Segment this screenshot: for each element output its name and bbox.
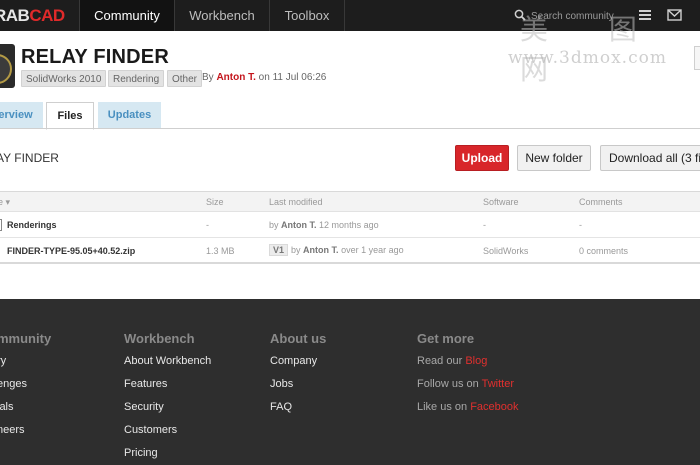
tag-rendering[interactable]: Rendering	[108, 70, 165, 87]
footer-heading-get-more: Get more	[417, 331, 475, 346]
tag-other[interactable]: Other	[167, 70, 203, 87]
footer-link-features[interactable]: Features	[124, 378, 211, 401]
column-software: Software	[483, 197, 519, 207]
model-title: RELAY FINDER	[21, 46, 169, 68]
watermark-url: www.3dmox.com	[508, 48, 667, 68]
file-software: SolidWorks	[483, 246, 529, 256]
download-all-button[interactable]: Download all (3 fil	[600, 145, 700, 171]
file-size: -	[206, 220, 209, 230]
footer-link[interactable]: enges	[0, 378, 51, 401]
column-last-modified: Last modified	[269, 197, 323, 207]
table-header: e ▾ Size Last modified Software Comments	[0, 191, 700, 212]
folder-breadcrumb: AY FINDER	[0, 151, 59, 165]
footer-link[interactable]: ials	[0, 401, 51, 424]
footer-link-company[interactable]: Company	[270, 355, 326, 378]
file-name[interactable]: Renderings	[7, 220, 57, 230]
table-row[interactable]: Renderings - by Anton T. 12 months ago -…	[0, 212, 700, 238]
footer-link-about-workbench[interactable]: About Workbench	[124, 355, 211, 378]
file-comments[interactable]: 0 comments	[579, 246, 628, 256]
footer-heading-community: mmunity	[0, 331, 52, 346]
footer-facebook-line: Like us on Facebook	[417, 401, 519, 413]
footer-twitter-line: Follow us on Twitter	[417, 378, 515, 390]
column-comments: Comments	[579, 197, 623, 207]
grabcad-logo[interactable]: RABCAD	[0, 6, 65, 26]
footer-column-about: About us Company Jobs FAQ	[270, 331, 326, 424]
header-action-box[interactable]	[694, 46, 700, 70]
blog-link[interactable]: Blog	[465, 355, 487, 367]
nav-tab-toolbox[interactable]: Toolbox	[269, 0, 345, 31]
tabs-divider	[0, 128, 700, 129]
file-comments: -	[579, 220, 582, 230]
files-table: e ▾ Size Last modified Software Comments…	[0, 191, 700, 264]
author-link[interactable]: Anton T.	[216, 72, 255, 83]
column-size: Size	[206, 197, 224, 207]
footer-heading-workbench: Workbench	[124, 331, 195, 346]
file-name[interactable]: FINDER-TYPE-95.05+40.52.zip	[7, 246, 135, 256]
model-thumbnail[interactable]	[0, 44, 15, 88]
post-date: on 11 Jul 06:26	[258, 72, 327, 83]
file-modified: V1 by Anton T. over 1 year ago	[269, 244, 404, 256]
by-label: By	[202, 72, 214, 83]
footer-column-community: mmunity ry enges ials neers	[0, 331, 51, 447]
table-row[interactable]: FINDER-TYPE-95.05+40.52.zip 1.3 MB V1 by …	[0, 238, 700, 264]
new-folder-button[interactable]: New folder	[517, 145, 591, 171]
folder-icon	[0, 219, 2, 231]
footer-link-jobs[interactable]: Jobs	[270, 378, 326, 401]
tag-solidworks[interactable]: SolidWorks 2010	[21, 70, 107, 87]
version-badge[interactable]: V1	[269, 244, 289, 256]
tab-files[interactable]: Files	[46, 102, 94, 130]
footer-link-customers[interactable]: Customers	[124, 424, 211, 447]
model-byline: By Anton T. on 11 Jul 06:26	[202, 72, 326, 83]
footer-link-pricing[interactable]: Pricing	[124, 447, 211, 465]
column-name[interactable]: e ▾	[0, 197, 10, 208]
tab-overview[interactable]: erview	[0, 102, 43, 129]
footer-link-faq[interactable]: FAQ	[270, 401, 326, 424]
author-link[interactable]: Anton T.	[303, 245, 339, 255]
tab-updates[interactable]: Updates	[98, 102, 161, 129]
footer-column-workbench: Workbench About Workbench Features Secur…	[124, 331, 211, 465]
footer-link[interactable]: ry	[0, 355, 51, 378]
upload-button[interactable]: Upload	[455, 145, 509, 171]
file-size: 1.3 MB	[206, 246, 235, 256]
nav-tab-community[interactable]: Community	[79, 0, 174, 31]
footer-blog-line: Read our Blog	[417, 355, 488, 367]
site-footer: mmunity ry enges ials neers Workbench Ab…	[0, 299, 700, 465]
footer-heading-about: About us	[270, 331, 327, 346]
nav-tab-workbench[interactable]: Workbench	[174, 0, 269, 31]
file-software: -	[483, 220, 486, 230]
twitter-link[interactable]: Twitter	[482, 378, 514, 390]
facebook-link[interactable]: Facebook	[470, 401, 518, 413]
author-link[interactable]: Anton T.	[281, 220, 317, 230]
file-modified: by Anton T. 12 months ago	[269, 220, 379, 230]
footer-column-get-more: Get more Read our Blog Follow us on Twit…	[417, 331, 519, 424]
footer-link-security[interactable]: Security	[124, 401, 211, 424]
footer-link[interactable]: neers	[0, 424, 51, 447]
